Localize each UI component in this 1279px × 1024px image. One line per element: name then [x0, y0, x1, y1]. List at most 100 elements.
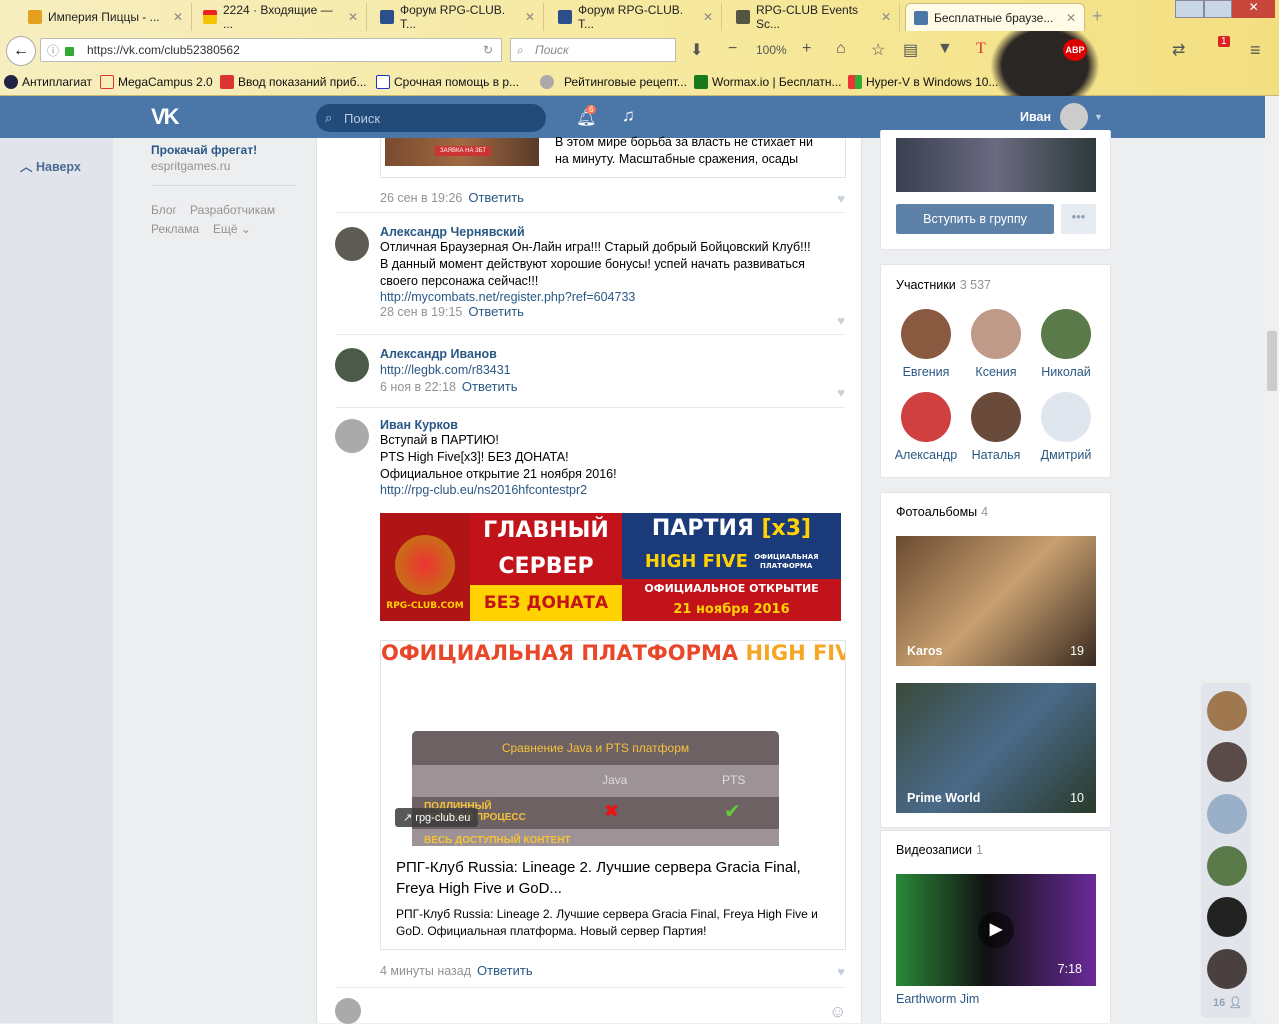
- more-actions-button[interactable]: •••: [1061, 204, 1096, 234]
- url-bar[interactable]: ⓘ https://vk.com/club52380562 ↻: [40, 38, 502, 62]
- tab[interactable]: Форум RPG-CLUB. T... ✕: [372, 3, 544, 31]
- videos-header[interactable]: Видеозаписи 1: [896, 843, 983, 857]
- comment-input[interactable]: [375, 998, 815, 1022]
- comment-author[interactable]: Александр Иванов: [380, 347, 518, 361]
- close-icon[interactable]: ✕: [173, 10, 183, 24]
- member[interactable]: Николай: [1033, 309, 1099, 379]
- bookmark[interactable]: Рейтинговые рецепт...: [540, 75, 687, 89]
- like-icon[interactable]: ♥: [837, 964, 845, 979]
- chat-contact-avatar[interactable]: [1207, 949, 1247, 989]
- bookmark[interactable]: Hyper-V в Windows 10...: [848, 75, 998, 89]
- like-icon[interactable]: ♥: [837, 191, 845, 206]
- close-icon[interactable]: ✕: [881, 10, 891, 24]
- close-icon[interactable]: ✕: [525, 10, 535, 24]
- members-header[interactable]: Участники 3 537: [896, 278, 991, 292]
- member[interactable]: Дмитрий: [1033, 392, 1099, 462]
- member[interactable]: Александр: [893, 392, 959, 462]
- vk-logo[interactable]: VK: [151, 104, 180, 130]
- chat-contact-avatar[interactable]: [1207, 846, 1247, 886]
- chevron-down-icon[interactable]: ▼: [1094, 112, 1103, 122]
- user-avatar[interactable]: [1060, 103, 1088, 131]
- bookmark[interactable]: Ввод показаний приб...: [220, 75, 367, 89]
- bookmark[interactable]: Антиплагиат: [4, 75, 92, 89]
- link-preview[interactable]: ОФИЦИАЛЬНАЯ ПЛАТФОРМА HIGH FIVE Сравнени…: [380, 640, 846, 950]
- scrollbar-thumb[interactable]: [1267, 331, 1277, 391]
- preview-title[interactable]: РПГ-Клуб Russia: Lineage 2. Лучшие серве…: [396, 857, 836, 899]
- notification-badge[interactable]: 1: [1218, 36, 1230, 47]
- domain-badge[interactable]: ↗ rpg-club.eu: [395, 808, 479, 827]
- join-group-button[interactable]: Вступить в группу: [896, 204, 1054, 234]
- chat-contact-avatar[interactable]: [1207, 691, 1247, 731]
- promo-banner[interactable]: RPG-CLUB.COM ГЛАВНЫЙ СЕРВЕР БЕЗ ДОНАТА ПАР…: [380, 513, 841, 621]
- footer-link[interactable]: Блог: [151, 203, 177, 217]
- emoji-icon[interactable]: ☺: [829, 1002, 846, 1022]
- bookmark[interactable]: Срочная помощь в р...: [376, 75, 519, 89]
- video-thumbnail[interactable]: ▶ 7:18: [896, 874, 1096, 986]
- zoom-out-button[interactable]: −: [728, 40, 737, 58]
- album[interactable]: Karos 19: [896, 536, 1096, 666]
- footer-link[interactable]: Реклама: [151, 222, 199, 236]
- ad-title[interactable]: Прокачай фрегат!: [151, 143, 257, 157]
- pocket-icon[interactable]: ▼: [937, 40, 953, 58]
- author-avatar[interactable]: [335, 227, 369, 261]
- bookmark[interactable]: Wormax.io | Бесплатн...: [694, 75, 842, 89]
- footer-more-link[interactable]: Ещё ⌄: [213, 222, 251, 236]
- back-button[interactable]: ←: [6, 36, 36, 66]
- bookmark[interactable]: MegaCampus 2.0: [100, 75, 213, 89]
- zoom-in-button[interactable]: +: [802, 40, 811, 58]
- zoom-level[interactable]: 100%: [756, 43, 787, 57]
- comment-author[interactable]: Иван Курков: [380, 418, 617, 432]
- bookmark-star-icon[interactable]: ☆: [871, 40, 885, 60]
- chat-contact-avatar[interactable]: [1207, 897, 1247, 937]
- user-name[interactable]: Иван: [1020, 110, 1051, 124]
- member[interactable]: Евгения: [893, 309, 959, 379]
- translate-icon[interactable]: T: [976, 40, 986, 58]
- member[interactable]: Наталья: [963, 392, 1029, 462]
- music-icon[interactable]: ♫: [622, 106, 635, 126]
- chat-contact-avatar[interactable]: [1207, 794, 1247, 834]
- new-tab-button[interactable]: +: [1092, 6, 1103, 27]
- tab-active[interactable]: Бесплатные браузе... ✕: [905, 3, 1085, 31]
- reply-link[interactable]: Ответить: [468, 304, 524, 319]
- comment-link[interactable]: http://rpg-club.eu/ns2016hfcontestpr2: [380, 483, 617, 497]
- online-friends-button[interactable]: 16 👤︎: [1213, 996, 1242, 1009]
- albums-header[interactable]: Фотоальбомы 4: [896, 505, 988, 519]
- tab[interactable]: RPG-CLUB Events Sc... ✕: [728, 3, 900, 31]
- reply-link[interactable]: Ответить: [468, 190, 524, 205]
- home-icon[interactable]: ⌂: [836, 40, 846, 58]
- tab[interactable]: Империя Пиццы - ... ✕: [20, 3, 192, 31]
- to-top-button[interactable]: ︿ Наверх: [20, 156, 81, 175]
- download-icon[interactable]: ⬇: [690, 40, 703, 60]
- scrollbar[interactable]: [1265, 96, 1279, 1023]
- to-top-strip[interactable]: [0, 138, 113, 1023]
- like-icon[interactable]: ♥: [837, 385, 845, 400]
- footer-link[interactable]: Разработчикам: [190, 203, 275, 217]
- maximize-button[interactable]: [1203, 0, 1233, 18]
- album[interactable]: Prime World 10: [896, 683, 1096, 813]
- video-title[interactable]: Earthworm Jim: [896, 992, 979, 1006]
- menu-icon[interactable]: ≡: [1250, 40, 1261, 61]
- reply-link[interactable]: Ответить: [462, 379, 518, 394]
- close-icon[interactable]: ✕: [1066, 11, 1076, 25]
- member[interactable]: Ксения: [963, 309, 1029, 379]
- comment-link[interactable]: http://legbk.com/r83431: [380, 361, 518, 379]
- like-icon[interactable]: ♥: [837, 313, 845, 328]
- close-window-button[interactable]: ✕: [1232, 0, 1276, 18]
- adblock-icon[interactable]: ABP: [1063, 39, 1087, 61]
- comment-link[interactable]: http://mycombats.net/register.php?ref=60…: [380, 290, 811, 304]
- author-avatar[interactable]: [335, 348, 369, 382]
- tab[interactable]: 2224 · Входящие — ... ✕: [195, 3, 367, 31]
- minimize-button[interactable]: [1175, 0, 1204, 18]
- chat-contact-avatar[interactable]: [1207, 742, 1247, 782]
- vk-search-input[interactable]: ⌕ Поиск: [316, 104, 546, 132]
- sync-icon[interactable]: ⇄: [1172, 40, 1185, 60]
- author-avatar[interactable]: [335, 419, 369, 453]
- reading-list-icon[interactable]: ▤: [903, 40, 918, 60]
- reply-link[interactable]: Ответить: [477, 963, 533, 978]
- comment-author[interactable]: Александр Чернявский: [380, 225, 811, 239]
- reload-icon[interactable]: ↻: [483, 43, 493, 57]
- link-snippet[interactable]: ЗАЯВКА НА ЗБТ В этом мире борьба за влас…: [380, 135, 846, 178]
- tab[interactable]: Форум RPG-CLUB. T... ✕: [550, 3, 722, 31]
- close-icon[interactable]: ✕: [703, 10, 713, 24]
- close-icon[interactable]: ✕: [348, 10, 358, 24]
